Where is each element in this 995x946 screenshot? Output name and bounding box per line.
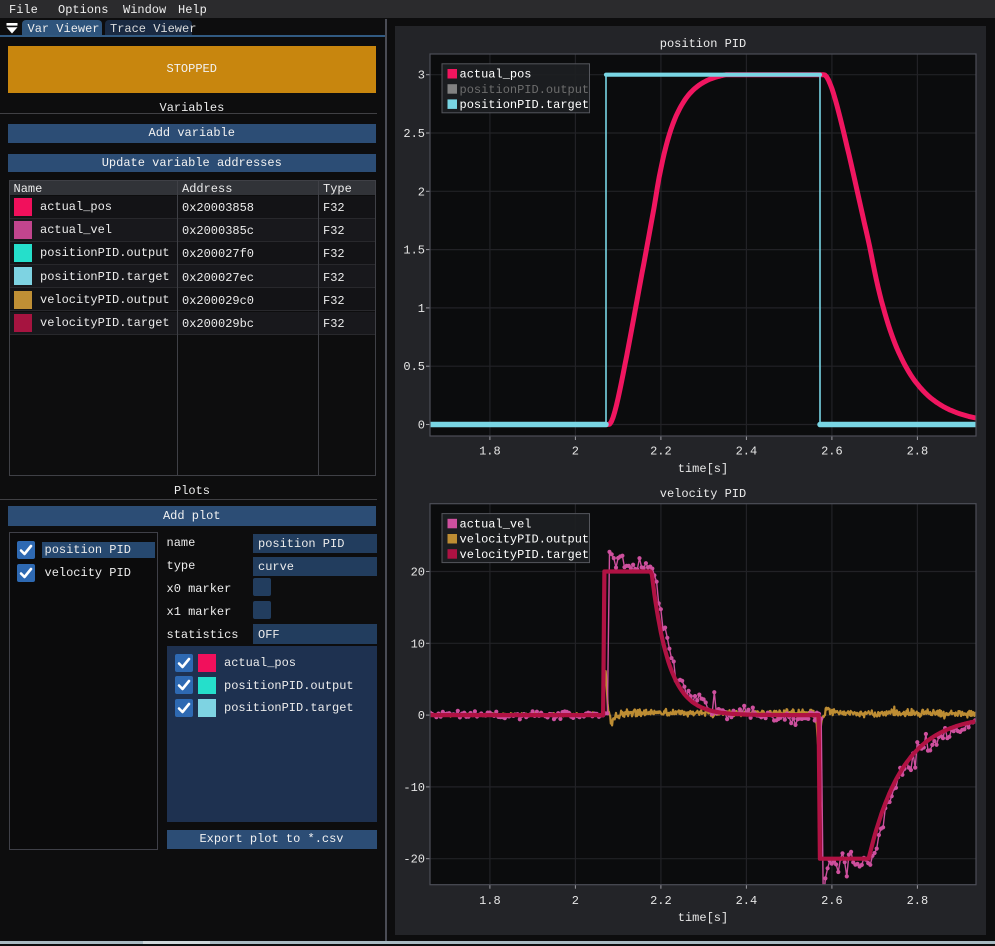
- svg-text:2.8: 2.8: [907, 445, 929, 459]
- svg-text:2: 2: [572, 894, 579, 908]
- svg-text:2.4: 2.4: [736, 445, 758, 459]
- svg-text:0.5: 0.5: [403, 360, 425, 374]
- svg-text:1: 1: [418, 302, 425, 316]
- svg-text:0: 0: [418, 709, 425, 723]
- svg-text:velocity PID: velocity PID: [660, 487, 746, 501]
- svg-text:-20: -20: [403, 853, 425, 867]
- svg-text:2.2: 2.2: [650, 445, 672, 459]
- svg-text:1.8: 1.8: [479, 894, 501, 908]
- svg-text:1.8: 1.8: [479, 445, 501, 459]
- svg-text:velocityPID.output: velocityPID.output: [460, 533, 590, 547]
- svg-text:positionPID.output: positionPID.output: [460, 83, 590, 97]
- svg-text:2.8: 2.8: [907, 894, 929, 908]
- svg-text:-10: -10: [403, 781, 425, 795]
- svg-text:actual_pos: actual_pos: [460, 68, 532, 82]
- svg-text:2.6: 2.6: [821, 894, 843, 908]
- svg-text:2.5: 2.5: [403, 127, 425, 141]
- svg-text:2.4: 2.4: [736, 894, 758, 908]
- svg-text:20: 20: [411, 566, 425, 580]
- svg-text:0: 0: [418, 419, 425, 433]
- svg-text:velocityPID.target: velocityPID.target: [460, 548, 590, 562]
- svg-text:3: 3: [418, 69, 425, 83]
- svg-text:time[s]: time[s]: [678, 462, 728, 476]
- svg-text:10: 10: [411, 637, 425, 651]
- svg-text:2: 2: [418, 185, 425, 199]
- svg-text:2.6: 2.6: [821, 445, 843, 459]
- svg-text:1.5: 1.5: [403, 244, 425, 258]
- svg-text:2.2: 2.2: [650, 894, 672, 908]
- svg-text:position PID: position PID: [660, 37, 746, 51]
- svg-text:time[s]: time[s]: [678, 911, 728, 925]
- svg-text:2: 2: [572, 445, 579, 459]
- svg-text:actual_vel: actual_vel: [460, 517, 532, 531]
- svg-text:positionPID.target: positionPID.target: [460, 98, 590, 112]
